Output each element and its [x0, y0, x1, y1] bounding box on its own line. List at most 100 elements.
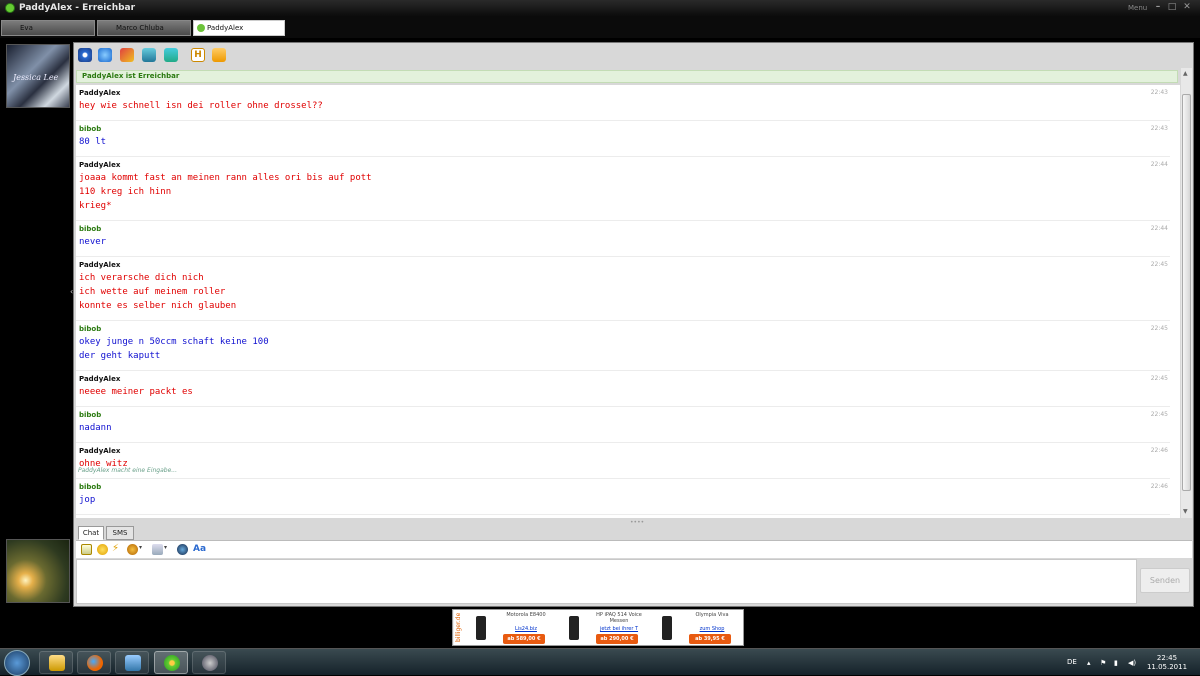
icq-flower-icon — [5, 3, 15, 13]
firefox-icon[interactable] — [77, 651, 111, 674]
message-row: bibob 22:45 nadann — [76, 407, 1170, 443]
message-text: 110 kreg ich hinn — [79, 187, 172, 197]
resize-grip[interactable]: •••• — [630, 519, 644, 526]
message-time: 22:46 — [1150, 483, 1168, 490]
message-row: PaddyAlex 22:45 neeee meiner packt es — [76, 371, 1170, 407]
message-text: nadann — [79, 423, 112, 433]
maximize-icon[interactable]: □ — [1166, 2, 1178, 14]
message-sender: bibob — [79, 225, 102, 233]
flag-icon[interactable]: ⚑ — [1100, 659, 1106, 667]
tray-arrow-icon[interactable]: ▴ — [1087, 659, 1091, 667]
tab-eva[interactable]: Eva — [1, 20, 95, 36]
message-sender: bibob — [79, 483, 102, 491]
message-text: okey junge n 50ccm schaft keine 100 — [79, 337, 269, 347]
message-time: 22:44 — [1150, 161, 1168, 168]
voice-icon[interactable] — [177, 544, 188, 555]
font-icon[interactable] — [81, 544, 92, 555]
taskbar: DE ▴ ⚑ ▮ ◀) 22:45 11.05.2011 — [0, 648, 1200, 676]
chevron-down-icon[interactable]: ▾ — [164, 544, 170, 555]
message-row: bibob 22:46 jop — [76, 479, 1170, 515]
message-sender: bibob — [79, 125, 102, 133]
message-input[interactable] — [76, 559, 1137, 604]
phone-image — [476, 616, 486, 640]
message-text: ich wette auf meinem roller — [79, 287, 226, 297]
scroll-thumb[interactable] — [1182, 94, 1191, 491]
ad-item[interactable]: Motorola E8400 Lis24.biz ab 589,00 € — [464, 610, 556, 645]
message-history: PaddyAlex 22:43 hey wie schnell isn dei ro… — [76, 85, 1180, 518]
phone-image — [662, 616, 672, 640]
icq-icon[interactable] — [154, 651, 188, 674]
animation-icon[interactable] — [127, 544, 138, 555]
ad-banner[interactable]: billiger.de Motorola E8400 Lis24.biz ab … — [452, 609, 744, 646]
typing-indicator: PaddyAlex macht eine Eingabe... — [78, 467, 177, 474]
steam-icon[interactable] — [192, 651, 226, 674]
message-text: konnte es selber nich glauben — [79, 301, 237, 311]
explorer-icon[interactable] — [39, 651, 73, 674]
message-row: bibob 22:43 80 lt — [76, 121, 1170, 157]
network-icon[interactable] — [115, 651, 149, 674]
smiley-icon[interactable] — [97, 544, 108, 555]
message-sender: bibob — [79, 325, 102, 333]
language-indicator[interactable]: DE — [1067, 658, 1077, 666]
message-text: der geht kaputt — [79, 351, 161, 361]
background-icon[interactable] — [152, 544, 163, 555]
ad-brand: billiger.de — [453, 610, 463, 645]
card-icon[interactable] — [212, 48, 226, 62]
files-icon[interactable] — [142, 48, 156, 62]
message-text: 80 lt — [79, 137, 107, 147]
tab-chat[interactable]: Chat — [78, 526, 104, 540]
winks-icon[interactable]: Aa — [193, 544, 206, 555]
message-text: hey wie schnell isn dei roller ohne dros… — [79, 101, 323, 111]
message-text: neeee meiner packt es — [79, 387, 193, 397]
start-button[interactable] — [4, 650, 30, 676]
status-bar: PaddyAlex ist Erreichbar — [76, 70, 1178, 83]
message-time: 22:43 — [1150, 125, 1168, 132]
games-icon[interactable] — [120, 48, 134, 62]
chat-panel: H PaddyAlex ist Erreichbar PaddyAlex 22:4… — [73, 42, 1194, 607]
message-row: PaddyAlex 22:46 ohne witz — [76, 443, 1170, 479]
chat-toolbar: H — [74, 43, 1193, 67]
contact-tabs: Eva Marco Chluba PaddyAlex — [0, 17, 1200, 38]
message-sender: PaddyAlex — [79, 447, 121, 455]
message-time: 22:45 — [1150, 261, 1168, 268]
online-status-icon — [197, 24, 205, 32]
menu-button[interactable]: Menu — [1128, 4, 1147, 12]
tab-marco-chluba[interactable]: Marco Chluba — [97, 20, 191, 36]
message-time: 22:45 — [1150, 325, 1168, 332]
message-text: krieg* — [79, 201, 112, 211]
minimize-icon[interactable]: – — [1152, 2, 1164, 14]
message-text: jop — [79, 495, 96, 505]
h-icon[interactable]: H — [191, 48, 205, 62]
network-signal-icon[interactable]: ▮ — [1114, 659, 1118, 667]
title-bar: PaddyAlex - Erreichbar Menu – □ ✕ — [0, 0, 1200, 17]
gamepad-icon[interactable] — [164, 48, 178, 62]
send-button[interactable]: Senden — [1140, 568, 1190, 593]
message-text: ich verarsche dich nich — [79, 273, 204, 283]
message-time: 22:45 — [1150, 375, 1168, 382]
volume-icon[interactable]: ◀) — [1128, 659, 1136, 667]
message-sender: bibob — [79, 411, 102, 419]
message-row: bibob 22:45 okey junge n 50ccm schaft kein… — [76, 321, 1170, 371]
contact-avatar: Jessica Lee — [6, 44, 70, 108]
tab-sms[interactable]: SMS — [106, 526, 134, 540]
webcam-icon[interactable] — [78, 48, 92, 62]
own-avatar — [6, 539, 70, 603]
message-time: 22:43 — [1150, 89, 1168, 96]
message-sender: PaddyAlex — [79, 261, 121, 269]
tab-paddyalex[interactable]: PaddyAlex — [193, 20, 285, 36]
close-icon[interactable]: ✕ — [1181, 2, 1193, 14]
message-sender: PaddyAlex — [79, 375, 121, 383]
message-sender: PaddyAlex — [79, 161, 121, 169]
nudge-icon[interactable]: ⚡ — [112, 544, 123, 555]
message-time: 22:45 — [1150, 411, 1168, 418]
globe-icon[interactable] — [98, 48, 112, 62]
message-row: PaddyAlex 22:43 hey wie schnell isn dei ro… — [76, 85, 1170, 121]
chevron-down-icon[interactable]: ▾ — [139, 544, 145, 555]
clock[interactable]: 22:45 11.05.2011 — [1146, 654, 1188, 672]
phone-image — [569, 616, 579, 640]
ad-item[interactable]: Olympia Viva zum Shop ab 39,95 € — [650, 610, 742, 645]
ad-item[interactable]: HP iPAQ 514 Voice Messen jetzt bei ihrer… — [557, 610, 649, 645]
scrollbar[interactable]: ▲ ▼ — [1181, 68, 1192, 518]
message-row: PaddyAlex 22:45 ich verarsche dich nich ich… — [76, 257, 1170, 321]
message-time: 22:44 — [1150, 225, 1168, 232]
